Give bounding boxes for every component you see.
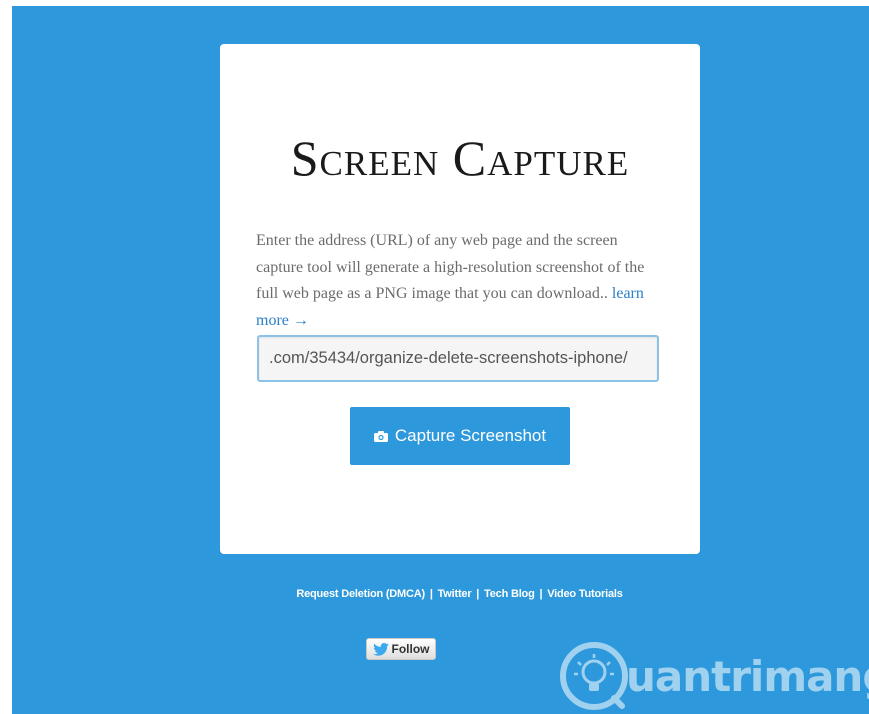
camera-icon (373, 430, 388, 442)
watermark-text: uantrimang (626, 651, 869, 701)
footer-link-video-tutorials[interactable]: Video Tutorials (547, 588, 623, 600)
description: Enter the address (URL) of any web page … (256, 228, 668, 334)
capture-screenshot-button[interactable]: Capture Screenshot (350, 407, 570, 465)
footer-link-twitter[interactable]: Twitter (438, 588, 472, 600)
capture-card: Screen Capture Enter the address (URL) o… (220, 44, 700, 554)
description-text: Enter the address (URL) of any web page … (256, 232, 645, 302)
footer-separator: | (476, 588, 480, 600)
footer-separator: | (429, 588, 433, 600)
lightbulb-icon (558, 640, 630, 712)
follow-label: Follow (391, 642, 430, 656)
url-input[interactable] (257, 335, 659, 382)
twitter-bird-icon (372, 642, 389, 656)
footer-link-tech-blog[interactable]: Tech Blog (484, 588, 535, 600)
page-title: Screen Capture (290, 130, 630, 186)
twitter-follow-button[interactable]: Follow (366, 638, 436, 660)
footer-separator: | (539, 588, 543, 600)
footer-links: Request Deletion (DMCA) | Twitter | Tech… (12, 588, 869, 600)
page-background: Screen Capture Enter the address (URL) o… (12, 6, 869, 714)
capture-button-label: Capture Screenshot (394, 426, 547, 445)
footer-link-dmca[interactable]: Request Deletion (DMCA) (296, 588, 425, 600)
watermark: uantrimang (558, 638, 869, 714)
